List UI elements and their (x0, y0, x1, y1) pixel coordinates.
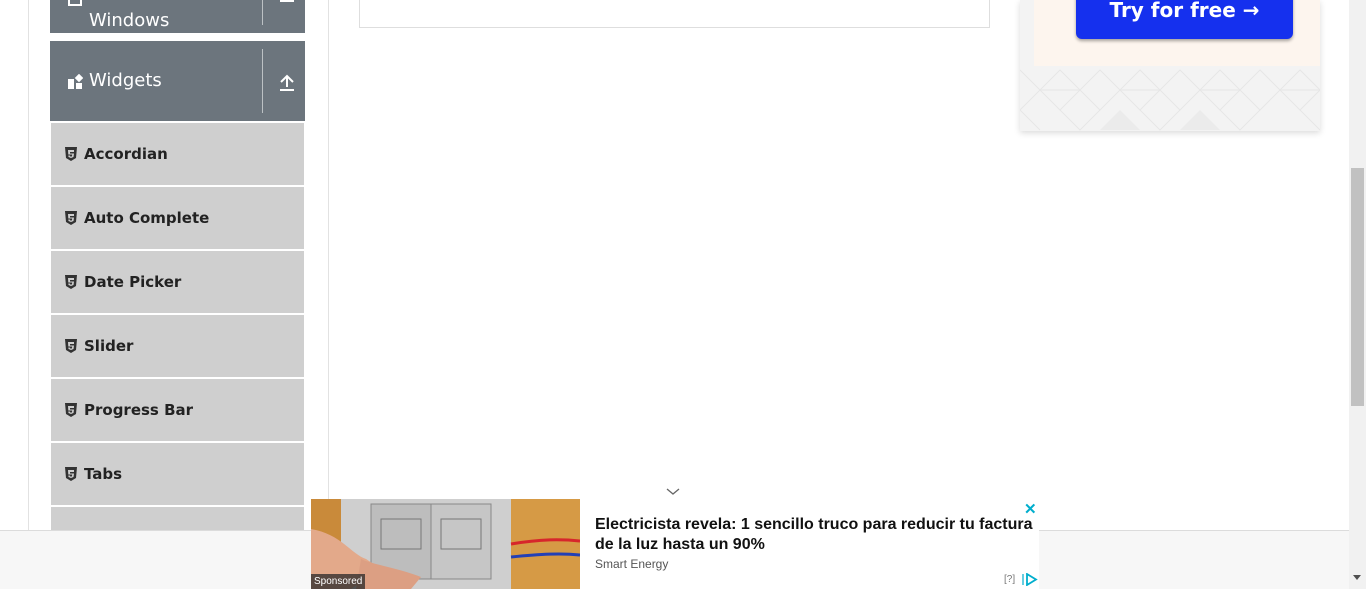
sidebar-item-progress-bar[interactable]: Progress Bar (51, 379, 304, 441)
sidebar-group-alerts-frame-windows[interactable]: Windows (50, 0, 305, 33)
sponsored-badge: Sponsored (311, 574, 366, 589)
ad-thumbnail-image[interactable]: Sponsored (311, 499, 580, 589)
sidebar-item-label: Auto Complete (84, 209, 210, 227)
window-icon (68, 0, 82, 6)
sidebar-frame-border (328, 0, 329, 530)
chevron-down-icon[interactable] (664, 484, 682, 498)
html5-icon (65, 275, 77, 289)
sidebar-item-label: Date Picker (84, 273, 182, 291)
html5-icon (65, 339, 77, 353)
sidebar-item-slider[interactable]: Slider (51, 315, 304, 377)
sidebar-item-date-picker[interactable]: Date Picker (51, 251, 304, 313)
sponsored-ad[interactable]: Sponsored Electricista revela: 1 sencill… (311, 499, 1039, 589)
header-divider (262, 0, 263, 25)
try-for-free-button[interactable]: Try for free → (1076, 0, 1293, 39)
scroll-down-arrow-icon[interactable] (1353, 575, 1361, 580)
html5-icon (65, 403, 77, 417)
sidebar: Windows Widgets Accordian Auto Complete … (50, 0, 305, 530)
scrollbar-thumb[interactable] (1351, 168, 1364, 406)
sidebar-item-label: Progress Bar (84, 401, 194, 419)
widgets-icon (68, 74, 83, 89)
adchoices-icon[interactable] (1022, 573, 1038, 586)
sidebar-item-label: Slider (84, 337, 134, 355)
sidebar-group-widgets[interactable]: Widgets (50, 41, 305, 121)
header-divider (262, 49, 263, 113)
html5-icon (65, 211, 77, 225)
ad-help-link[interactable]: [?] (1004, 574, 1015, 585)
upload-arrow-icon[interactable] (277, 72, 297, 92)
html5-icon (65, 467, 77, 481)
ad-source[interactable]: Smart Energy (595, 557, 668, 571)
sidebar-item-tabs[interactable]: Tabs (51, 443, 304, 505)
ad-headline[interactable]: Electricista revela: 1 sencillo truco pa… (595, 515, 1035, 555)
sidebar-group-label: Widgets (89, 70, 162, 91)
sidebar-item-label: Accordian (84, 145, 168, 163)
html5-icon (65, 147, 77, 161)
sidebar-item-accordian[interactable]: Accordian (51, 123, 304, 185)
close-icon[interactable]: ✕ (1024, 500, 1037, 518)
left-frame-border (28, 0, 29, 530)
sidebar-item-next[interactable] (51, 507, 304, 530)
sidebar-item-auto-complete[interactable]: Auto Complete (51, 187, 304, 249)
main-content-panel (359, 0, 990, 28)
sidebar-item-label: Tabs (84, 465, 123, 483)
sidebar-group-label: Windows (89, 10, 170, 31)
collapse-toggle-icon[interactable] (277, 0, 297, 18)
